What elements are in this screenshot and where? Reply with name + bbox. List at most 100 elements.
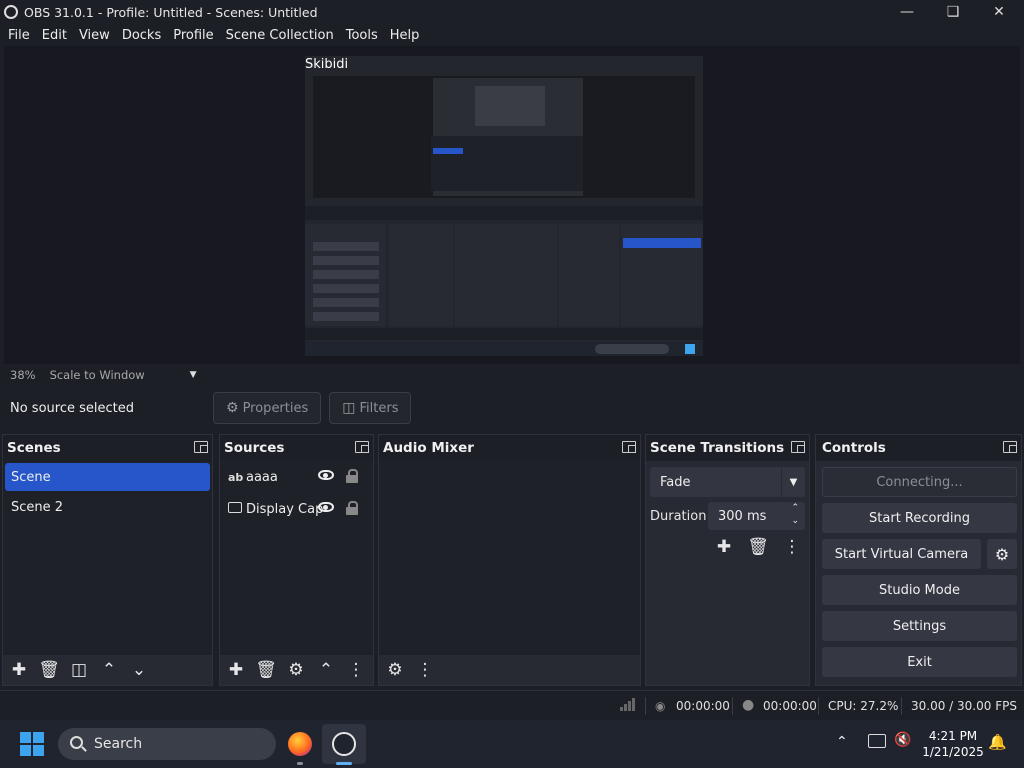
sources-header: Sources: [220, 435, 373, 461]
source-status: No source selected: [10, 400, 134, 416]
chevron-down-icon: ▼: [781, 467, 805, 497]
visibility-eye-icon[interactable]: [318, 470, 334, 480]
scenes-footer: ✚ 🗑 ◫ ⌃ ⌄: [3, 655, 212, 685]
studio-mode-button[interactable]: Studio Mode: [822, 575, 1017, 605]
settings-label: Settings: [892, 618, 947, 634]
connecting-label: Connecting...: [876, 474, 963, 490]
menu-tools[interactable]: Tools: [342, 28, 386, 43]
taskbar-clock[interactable]: 4:21 PM 1/21/2025: [920, 728, 986, 760]
menu-edit[interactable]: Edit: [38, 28, 75, 43]
window-title: OBS 31.0.1 - Profile: Untitled - Scenes:…: [24, 4, 318, 20]
mirrored-screen-capture: [305, 76, 703, 356]
text-icon: ab: [228, 470, 244, 484]
recording-dot-icon: ●: [742, 697, 755, 713]
taskbar-search[interactable]: Search: [58, 728, 276, 760]
preview-canvas[interactable]: Skibidi: [305, 56, 703, 356]
exit-button[interactable]: Exit: [822, 647, 1017, 677]
start-virtual-camera-button[interactable]: Start Virtual Camera: [822, 539, 981, 569]
menu-file[interactable]: File: [4, 28, 38, 43]
scenes-title: Scenes: [7, 440, 61, 456]
source-item[interactable]: Display Cap: [220, 493, 373, 525]
controls-title: Controls: [822, 440, 886, 456]
start-recording-button[interactable]: Start Recording: [822, 503, 1017, 533]
controls-header: Controls: [816, 435, 1021, 461]
undock-icon[interactable]: [355, 441, 369, 453]
scene-filters-button[interactable]: ◫: [65, 658, 93, 682]
start-streaming-button[interactable]: Connecting...: [822, 467, 1017, 497]
firefox-icon[interactable]: [288, 732, 312, 756]
audio-settings-gear-icon[interactable]: ⚙: [381, 658, 409, 682]
transition-selected: Fade: [660, 474, 691, 490]
scenes-dock: Scenes Scene Scene 2 ✚ 🗑 ◫ ⌃ ⌄: [2, 434, 213, 686]
preview-scale-bar: 38% Scale to Window ▼: [4, 364, 1020, 386]
source-item[interactable]: ab aaaa: [220, 461, 373, 493]
scale-mode-select[interactable]: Scale to Window: [50, 368, 180, 382]
menu-view[interactable]: View: [75, 28, 118, 43]
scene-item[interactable]: Scene 2: [5, 493, 210, 521]
move-scene-up-button[interactable]: ⌃: [95, 658, 123, 682]
remove-transition-button[interactable]: 🗑: [744, 535, 772, 559]
sources-dock: Sources ab aaaa Display Cap ✚ 🗑 ⚙ ⌃ ⋮: [219, 434, 374, 686]
taskbar-indicator: [297, 762, 303, 765]
maximize-button[interactable]: ❑: [930, 0, 976, 24]
more-options-icon[interactable]: ⋮: [342, 658, 370, 682]
undock-icon[interactable]: [791, 441, 805, 453]
duration-value: 300 ms: [718, 508, 767, 524]
scene-item[interactable]: Scene: [5, 463, 210, 491]
monitor-icon: [228, 502, 246, 516]
taskbar-indicator: [336, 762, 352, 765]
menu-scene-collection[interactable]: Scene Collection: [222, 28, 342, 43]
more-options-icon[interactable]: ⋮: [411, 658, 439, 682]
transitions-body: Fade ▼ Duration 300 ms ⌃ ⌄ ✚ 🗑 ⋮: [646, 461, 809, 685]
properties-button[interactable]: ⚙ Properties: [213, 392, 322, 424]
source-label: aaaa: [246, 469, 278, 485]
exit-label: Exit: [907, 654, 932, 670]
menu-profile[interactable]: Profile: [169, 28, 221, 43]
preview-source-label: Skibidi: [305, 57, 349, 72]
windows-taskbar: Search ⌃ 🔇 4:21 PM 1/21/2025 🔔: [0, 720, 1024, 768]
notification-bell-icon[interactable]: 🔔: [988, 733, 1007, 751]
lock-icon[interactable]: [346, 469, 358, 483]
menu-docks[interactable]: Docks: [118, 28, 169, 43]
virtual-camera-gear-icon[interactable]: ⚙: [987, 539, 1017, 569]
properties-label: Properties: [242, 400, 309, 416]
streaming-icon: ◉: [655, 699, 666, 713]
add-source-button[interactable]: ✚: [222, 658, 250, 682]
more-options-icon[interactable]: ⋮: [778, 535, 806, 559]
chevron-up-icon[interactable]: ⌃: [836, 734, 848, 750]
add-scene-button[interactable]: ✚: [5, 658, 33, 682]
undock-icon[interactable]: [622, 441, 636, 453]
start-virtual-camera-label: Start Virtual Camera: [834, 546, 969, 562]
cpu-usage: CPU: 27.2%: [828, 699, 899, 713]
transitions-title: Scene Transitions: [650, 440, 785, 456]
network-icon[interactable]: [868, 734, 886, 748]
minimize-button[interactable]: —: [884, 0, 930, 24]
obs-icon: [332, 732, 356, 756]
remove-scene-button[interactable]: 🗑: [35, 658, 63, 682]
close-button[interactable]: ✕: [976, 0, 1022, 24]
start-recording-label: Start Recording: [869, 510, 970, 526]
move-source-up-button[interactable]: ⌃: [312, 658, 340, 682]
menu-help[interactable]: Help: [386, 28, 428, 43]
spin-arrows-icon[interactable]: ⌃ ⌄: [791, 502, 799, 528]
undock-icon[interactable]: [194, 441, 208, 453]
source-properties-button[interactable]: ⚙: [282, 658, 310, 682]
transition-select[interactable]: Fade ▼: [650, 467, 805, 497]
scale-dropdown-icon[interactable]: ▼: [190, 370, 197, 380]
remove-source-button[interactable]: 🗑: [252, 658, 280, 682]
status-bar: ◉ 00:00:00 ● 00:00:00 CPU: 27.2% 30.00 /…: [0, 690, 1024, 720]
title-bar: OBS 31.0.1 - Profile: Untitled - Scenes:…: [0, 0, 1024, 24]
audio-mixer-title: Audio Mixer: [383, 440, 474, 456]
filter-icon: ◫: [342, 400, 356, 416]
filters-button[interactable]: ◫ Filters: [329, 392, 412, 424]
source-label: Display Cap: [246, 501, 324, 517]
settings-button[interactable]: Settings: [822, 611, 1017, 641]
move-scene-down-button[interactable]: ⌄: [125, 658, 153, 682]
add-transition-button[interactable]: ✚: [710, 535, 738, 559]
windows-start-icon[interactable]: [20, 732, 44, 756]
undock-icon[interactable]: [1003, 441, 1017, 453]
volume-muted-icon[interactable]: 🔇: [894, 732, 911, 748]
lock-icon[interactable]: [346, 501, 358, 515]
visibility-eye-icon[interactable]: [318, 502, 334, 512]
duration-input[interactable]: 300 ms ⌃ ⌄: [708, 502, 805, 530]
